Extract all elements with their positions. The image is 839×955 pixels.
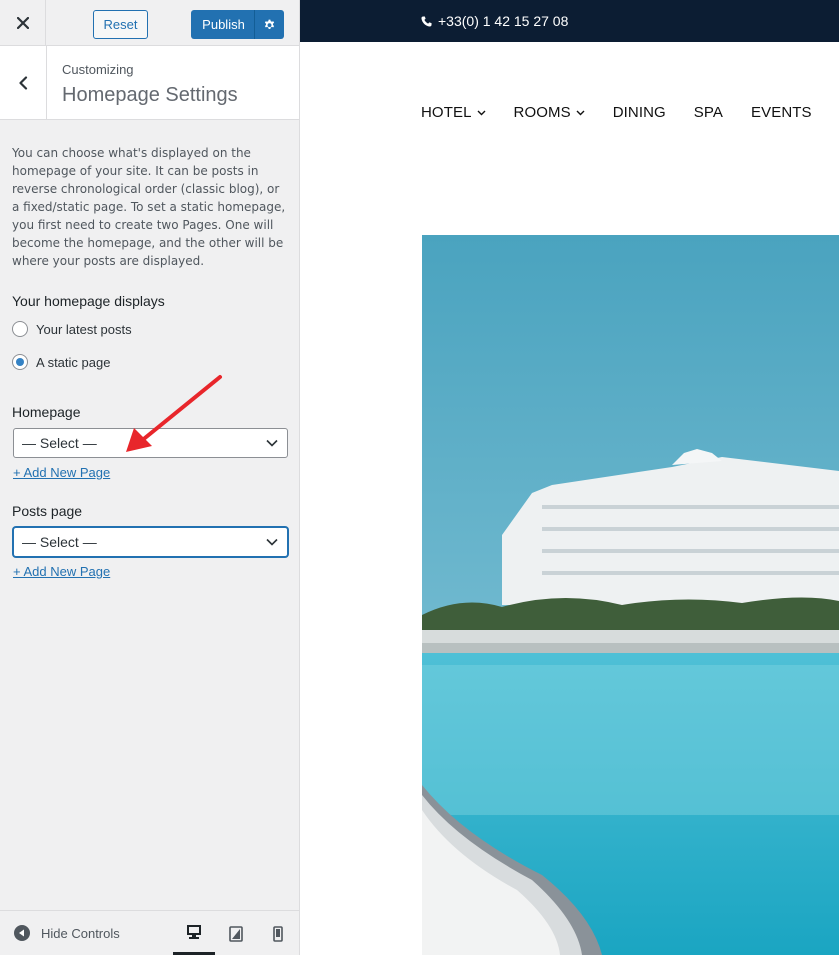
chevron-down-icon [477,110,486,115]
posts-page-select[interactable]: — Select — [13,527,288,557]
radio-latest-posts[interactable]: Your latest posts [12,321,132,337]
nav-item-spa[interactable]: SPA [694,104,723,121]
hero-image [422,235,839,955]
customizer-topbar: Reset Publish [0,0,299,46]
preview-desktop-button[interactable] [173,911,215,955]
hide-controls-button[interactable]: Hide Controls [14,925,120,941]
nav-label: DINING [612,104,666,121]
nav-item-rooms[interactable]: ROOMS [514,104,585,121]
collapse-icon [14,925,30,941]
customizer-sidebar: Reset Publish Customizing Homepage Setti… [0,0,300,955]
radio-label: Your latest posts [36,321,132,337]
phone-icon [421,15,432,27]
close-customizer-button[interactable] [0,0,46,46]
chevron-left-icon [19,75,28,90]
homepage-select-label: Homepage [12,404,81,420]
preview-mobile-button[interactable] [257,911,299,955]
publish-button-group: Publish [191,10,284,39]
phone-number: +33(0) 1 42 15 27 08 [438,13,569,29]
reset-button[interactable]: Reset [93,10,148,39]
customizer-footer: Hide Controls [0,910,299,955]
radio-button[interactable] [12,321,28,337]
publish-settings-button[interactable] [254,10,284,39]
section-title: Homepage Settings [62,84,238,106]
section-header: Customizing Homepage Settings [0,46,299,120]
tablet-icon [229,925,243,942]
site-navigation: HOTEL ROOMS DINING SPA EVENTS [421,104,839,121]
posts-page-select-value: — Select — [22,534,97,550]
chevron-down-icon [266,538,278,546]
hide-controls-label: Hide Controls [41,925,120,941]
nav-label: HOTEL [421,104,472,121]
nav-item-events[interactable]: EVENTS [751,104,812,121]
preview-tablet-button[interactable] [215,911,257,955]
site-preview: +33(0) 1 42 15 27 08 HOTEL ROOMS DINING … [300,0,839,955]
homepage-select[interactable]: — Select — [13,428,288,458]
close-icon [16,17,29,29]
chevron-down-icon [266,439,278,447]
phone-contact[interactable]: +33(0) 1 42 15 27 08 [421,13,568,29]
nav-label: SPA [693,104,723,121]
section-body: You can choose what's displayed on the h… [12,144,288,579]
customizing-label: Customizing [62,62,134,77]
nav-label: ROOMS [513,104,571,121]
gear-icon [264,19,275,30]
posts-page-select-label: Posts page [12,503,83,519]
radio-label: A static page [36,354,111,370]
section-description: You can choose what's displayed on the h… [12,146,286,268]
radio-static-page[interactable]: A static page [12,354,110,370]
homepage-select-value: — Select — [22,435,97,451]
back-button[interactable] [0,46,47,119]
add-new-page-link[interactable]: + Add New Page [13,465,110,480]
nav-item-hotel[interactable]: HOTEL [421,104,486,121]
desktop-icon [187,924,201,939]
homepage-displays-label: Your homepage displays [12,293,165,309]
add-new-page-link[interactable]: + Add New Page [13,564,110,579]
hotel-pool-photo [422,235,839,955]
nav-item-dining[interactable]: DINING [613,104,666,121]
site-topbar: +33(0) 1 42 15 27 08 [300,0,839,42]
radio-button-checked[interactable] [12,354,28,370]
publish-button[interactable]: Publish [191,10,254,39]
mobile-icon [273,925,283,942]
chevron-down-icon [576,110,585,115]
nav-label: EVENTS [751,104,812,121]
